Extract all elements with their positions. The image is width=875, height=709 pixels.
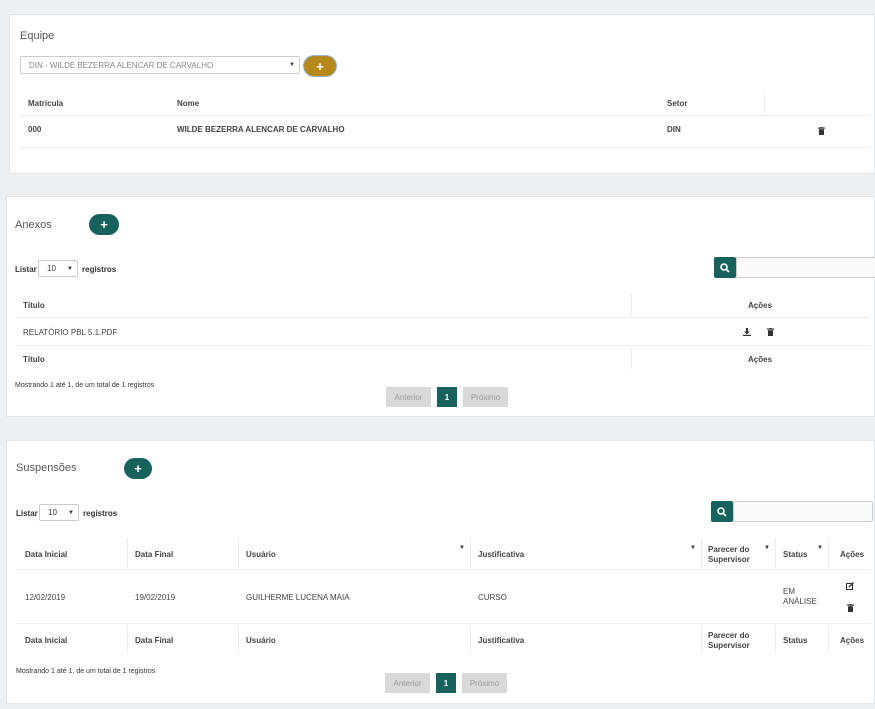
registros-label: registros <box>83 509 118 518</box>
member-setor: DIN <box>667 125 681 134</box>
table-info: Mostrando 1 até 1, de um total de 1 regi… <box>16 668 156 675</box>
registros-label: registros <box>82 265 117 274</box>
col-header-acoes: Ações <box>748 301 773 310</box>
footer-header-titulo: Título <box>23 355 45 364</box>
col-header-status[interactable]: Status <box>783 550 807 559</box>
col-header-matricula: Matrícula <box>28 99 64 108</box>
row-data-final: 19/02/2019 <box>135 593 176 602</box>
column-divider <box>127 538 128 568</box>
page-size-value: 10 <box>47 264 56 273</box>
pagination-prev[interactable]: Anterior <box>385 673 430 693</box>
col-header-setor: Setor <box>667 99 688 108</box>
chevron-down-icon: ▼ <box>289 62 295 68</box>
row-status: EM ANÁLISE <box>783 587 817 606</box>
anexos-panel: Anexos + Listar 10 ▼ registros Título Aç… <box>6 196 875 417</box>
page-size-select[interactable]: 10 ▼ <box>39 504 79 521</box>
col-header-parecer[interactable]: Parecer do Supervisor <box>708 545 758 565</box>
add-anexo-label: + <box>100 217 108 232</box>
listar-label: Listar <box>16 509 38 518</box>
sort-caret-icon[interactable]: ▼ <box>764 545 770 551</box>
anexos-title: Anexos <box>15 219 52 231</box>
member-matricula: 000 <box>28 125 42 134</box>
page-size-value: 10 <box>48 508 57 517</box>
search-icon <box>720 262 730 273</box>
edit-icon[interactable] <box>846 582 854 590</box>
chevron-down-icon: ▼ <box>67 265 73 272</box>
row-usuario: GUILHERME LUCENA MAIA <box>246 593 350 602</box>
col-header-acoes: Ações <box>840 550 865 559</box>
anexo-titulo: RELATÓRIO PBL 5.1.PDF <box>23 328 118 337</box>
footer-header-data-final: Data Final <box>135 636 174 645</box>
pagination-page-1[interactable]: 1 <box>437 387 457 407</box>
column-divider <box>631 294 632 316</box>
equipe-title: Equipe <box>20 30 55 42</box>
column-divider <box>775 538 776 568</box>
add-member-button[interactable]: + <box>304 56 336 76</box>
add-anexo-button[interactable]: + <box>89 214 119 235</box>
chevron-down-icon: ▼ <box>68 509 74 516</box>
page-size-select[interactable]: 10 ▼ <box>38 260 78 277</box>
table-info: Mostrando 1 até 1, de um total de 1 regi… <box>15 382 155 389</box>
pagination-page-1[interactable]: 1 <box>436 673 456 693</box>
search-input[interactable] <box>733 501 873 522</box>
suspensoes-title: Suspensões <box>16 462 77 474</box>
column-divider <box>631 347 632 369</box>
trash-icon[interactable] <box>818 127 825 135</box>
column-divider <box>828 538 829 568</box>
row-divider <box>16 569 871 570</box>
row-divider <box>16 623 871 624</box>
trash-icon[interactable] <box>767 328 774 336</box>
column-divider <box>828 625 829 653</box>
col-header-titulo: Título <box>23 301 45 310</box>
row-divider <box>20 147 870 148</box>
suspensoes-panel: Suspensões + Listar 10 ▼ registros Data … <box>6 440 875 704</box>
row-divider <box>20 115 870 116</box>
search-button[interactable] <box>714 257 736 278</box>
row-justificativa: CURSO <box>478 593 507 602</box>
listar-label: Listar <box>15 265 37 274</box>
pagination-next[interactable]: Próximo <box>463 387 508 407</box>
column-divider <box>701 625 702 653</box>
equipe-member-select[interactable]: DIN - WILDE BEZERRA ALENCAR DE CARVALHO … <box>20 56 300 74</box>
pagination-prev[interactable]: Anterior <box>386 387 431 407</box>
sort-caret-icon[interactable]: ▼ <box>459 545 465 551</box>
row-divider <box>15 345 870 346</box>
col-header-data-final[interactable]: Data Final <box>135 550 173 559</box>
trash-icon[interactable] <box>847 604 854 612</box>
footer-header-justificativa: Justificativa <box>478 636 525 645</box>
sort-caret-icon[interactable]: ▼ <box>690 545 696 551</box>
footer-header-acoes: Ações <box>748 355 773 364</box>
row-divider <box>15 317 870 318</box>
add-member-label: + <box>316 58 324 74</box>
col-header-usuario[interactable]: Usuário <box>246 550 276 559</box>
footer-header-data-inicial: Data Inicial <box>25 636 68 645</box>
column-divider <box>775 625 776 653</box>
add-suspensao-button[interactable]: + <box>124 458 152 479</box>
search-icon <box>717 506 727 517</box>
col-header-nome: Nome <box>177 99 200 108</box>
column-divider <box>470 538 471 568</box>
pagination-next[interactable]: Próximo <box>462 673 507 693</box>
column-divider <box>127 625 128 653</box>
column-divider <box>238 625 239 653</box>
column-divider <box>238 538 239 568</box>
column-divider <box>701 538 702 568</box>
footer-header-acoes: Ações <box>840 636 865 645</box>
download-icon[interactable] <box>743 328 751 336</box>
column-divider <box>470 625 471 653</box>
footer-header-usuario: Usuário <box>246 636 276 645</box>
column-divider <box>764 93 765 113</box>
search-button[interactable] <box>711 501 733 522</box>
row-data-inicial: 12/02/2019 <box>25 593 66 602</box>
col-header-data-inicial[interactable]: Data Inicial <box>25 550 67 559</box>
sort-caret-icon[interactable]: ▼ <box>817 545 823 551</box>
footer-header-status: Status <box>783 636 808 645</box>
member-nome: WILDE BEZERRA ALENCAR DE CARVALHO <box>177 125 345 134</box>
equipe-member-select-value: DIN - WILDE BEZERRA ALENCAR DE CARVALHO <box>29 60 214 70</box>
add-suspensao-label: + <box>134 461 142 476</box>
equipe-panel: Equipe DIN - WILDE BEZERRA ALENCAR DE CA… <box>9 14 875 174</box>
footer-header-parecer: Parecer do Supervisor <box>708 631 750 650</box>
col-header-justificativa[interactable]: Justificativa <box>478 550 524 559</box>
search-input[interactable] <box>736 257 875 278</box>
